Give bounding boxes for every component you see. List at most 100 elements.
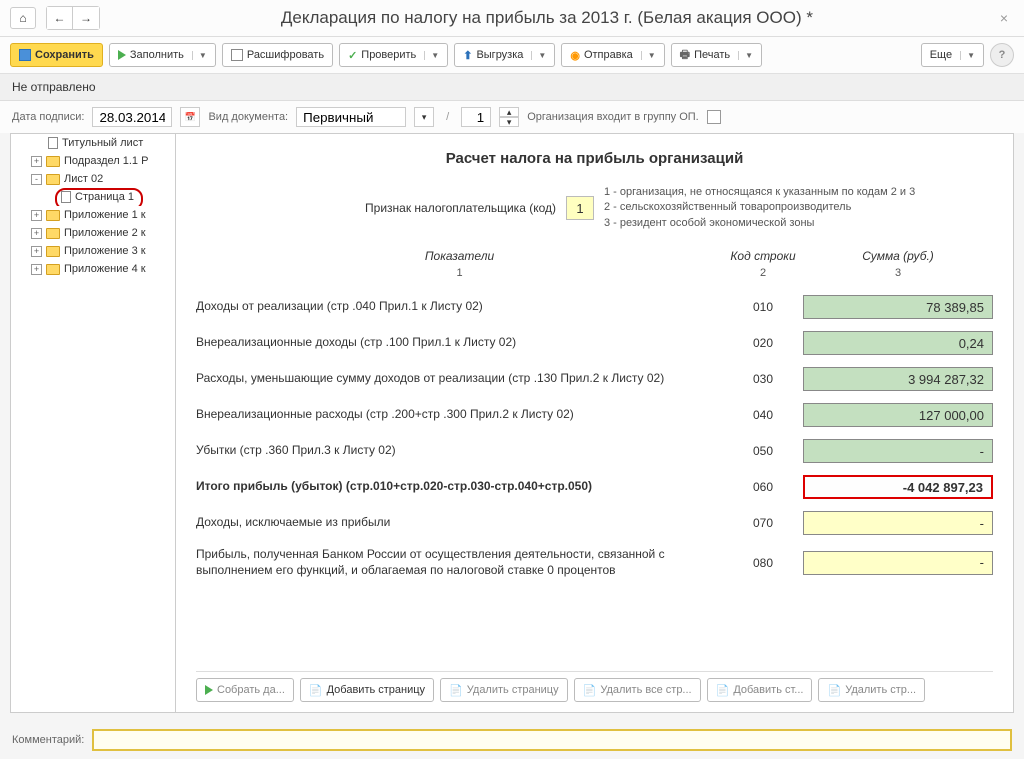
expand-icon[interactable]: - xyxy=(31,174,42,185)
page-toolbar: Собрать да... 📄 Добавить страницу 📄 Удал… xyxy=(196,671,993,702)
table-row: Доходы, исключаемые из прибыли070- xyxy=(196,505,993,541)
sum-input[interactable]: - xyxy=(803,439,993,463)
tree-item[interactable]: Страница 1 xyxy=(11,188,175,206)
tree-item[interactable]: + Приложение 3 к xyxy=(11,242,175,260)
tree-item[interactable]: +Подраздел 1.1 Р xyxy=(11,152,175,170)
doc-type-dropdown[interactable]: ▾ xyxy=(414,107,434,127)
window-title: Декларация по налогу на прибыль за 2013 … xyxy=(100,8,994,28)
row-code: 030 xyxy=(723,372,803,386)
add-page-button[interactable]: 📄 Добавить страницу xyxy=(300,678,434,702)
play-icon xyxy=(205,685,213,695)
check-button[interactable]: ✓Проверить▼ xyxy=(339,43,448,67)
folder-icon xyxy=(46,228,60,239)
row-code: 040 xyxy=(723,408,803,422)
print-button[interactable]: 🖶Печать▼ xyxy=(671,43,762,67)
page-icon xyxy=(61,191,71,203)
home-button[interactable]: ⌂ xyxy=(10,7,36,29)
tree-item[interactable]: +Приложение 2 к xyxy=(11,224,175,242)
table-row: Прибыль, полученная Банком России от осу… xyxy=(196,541,993,584)
check-icon: ✓ xyxy=(348,49,357,62)
folder-icon xyxy=(46,174,60,185)
tree-label: Приложение 3 к xyxy=(64,245,146,257)
tree-label: Приложение 1 к xyxy=(64,209,146,221)
folder-icon xyxy=(46,210,60,221)
col-header-sum: Сумма (руб.) xyxy=(803,249,993,263)
page-down[interactable]: ▾ xyxy=(499,117,519,127)
document-content: Расчет налога на прибыль организаций При… xyxy=(176,133,1014,713)
window-header: ⌂ ← → Декларация по налогу на прибыль за… xyxy=(0,0,1024,37)
delete-st-button[interactable]: 📄 Удалить стр... xyxy=(818,678,925,702)
calendar-button[interactable]: 📅 xyxy=(180,107,200,127)
table-row: Расходы, уменьшающие сумму доходов от ре… xyxy=(196,361,993,397)
doc-type-input[interactable] xyxy=(296,107,406,127)
table-row: Внереализационные доходы (стр .100 Прил.… xyxy=(196,325,993,361)
save-icon xyxy=(19,49,31,61)
delete-all-button[interactable]: 📄 Удалить все стр... xyxy=(574,678,701,702)
forward-button[interactable]: → xyxy=(73,7,99,29)
sign-date-input[interactable] xyxy=(92,107,172,127)
col-header-code: Код строки xyxy=(723,249,803,263)
table-row: Итого прибыль (убыток) (стр.010+стр.020-… xyxy=(196,469,993,505)
org-group-checkbox[interactable] xyxy=(707,110,721,124)
close-button[interactable]: × xyxy=(994,10,1014,26)
org-group-label: Организация входит в группу ОП. xyxy=(527,111,699,123)
page-icon xyxy=(48,137,58,149)
row-indicator: Прибыль, полученная Банком России от осу… xyxy=(196,547,723,578)
send-icon: ◉ xyxy=(570,49,580,62)
send-button[interactable]: ◉Отправка▼ xyxy=(561,43,664,67)
export-button[interactable]: ⬆Выгрузка▼ xyxy=(454,43,555,67)
page-num-input[interactable] xyxy=(461,107,491,127)
fill-button[interactable]: Заполнить▼ xyxy=(109,43,216,67)
back-button[interactable]: ← xyxy=(47,7,73,29)
row-indicator: Расходы, уменьшающие сумму доходов от ре… xyxy=(196,371,723,387)
col-header-indicator: Показатели xyxy=(196,249,723,263)
navigation-tree: Титульный лист +Подраздел 1.1 Р-Лист 02 Ст… xyxy=(10,133,176,713)
sum-input[interactable]: - xyxy=(803,511,993,535)
collect-button[interactable]: Собрать да... xyxy=(196,678,294,702)
save-button[interactable]: Сохранить xyxy=(10,43,103,67)
sum-input[interactable]: -4 042 897,23 xyxy=(803,475,993,499)
delete-page-button[interactable]: 📄 Удалить страницу xyxy=(440,678,568,702)
expand-icon[interactable]: + xyxy=(31,228,42,239)
sum-input[interactable]: 3 994 287,32 xyxy=(803,367,993,391)
help-button[interactable]: ? xyxy=(990,43,1014,67)
expand-icon[interactable]: + xyxy=(31,246,42,257)
table-row: Доходы от реализации (стр .040 Прил.1 к … xyxy=(196,289,993,325)
row-indicator: Внереализационные расходы (стр .200+стр … xyxy=(196,407,723,423)
expand-icon[interactable]: + xyxy=(31,156,42,167)
main-toolbar: Сохранить Заполнить▼ Расшифровать ✓Прове… xyxy=(0,37,1024,74)
row-code: 070 xyxy=(723,516,803,530)
tree-item[interactable]: Титульный лист xyxy=(11,134,175,152)
comment-input[interactable] xyxy=(92,729,1012,751)
row-indicator: Доходы от реализации (стр .040 Прил.1 к … xyxy=(196,299,723,315)
taxpayer-sign-label: Признак налогоплательщика (код) xyxy=(196,201,556,215)
taxpayer-hints: 1 - организация, не относящаяся к указан… xyxy=(604,185,915,231)
document-title: Расчет налога на прибыль организаций xyxy=(196,150,993,167)
play-icon xyxy=(118,50,126,60)
row-code: 080 xyxy=(723,556,803,570)
row-indicator: Убытки (стр .360 Прил.3 к Листу 02) xyxy=(196,443,723,459)
sum-input[interactable]: 78 389,85 xyxy=(803,295,993,319)
decode-button[interactable]: Расшифровать xyxy=(222,43,333,67)
sum-input[interactable]: 127 000,00 xyxy=(803,403,993,427)
table-row: Внереализационные расходы (стр .200+стр … xyxy=(196,397,993,433)
tree-item[interactable]: + Приложение 4 к xyxy=(11,260,175,278)
more-button[interactable]: Еще▼ xyxy=(921,43,984,67)
row-indicator: Итого прибыль (убыток) (стр.010+стр.020-… xyxy=(196,479,723,495)
taxpayer-sign-value[interactable]: 1 xyxy=(566,196,594,220)
add-st-button[interactable]: 📄 Добавить ст... xyxy=(707,678,813,702)
row-code: 010 xyxy=(723,300,803,314)
doc-type-label: Вид документа: xyxy=(208,111,288,123)
tree-item[interactable]: -Лист 02 xyxy=(11,170,175,188)
tree-label: Титульный лист xyxy=(62,137,143,149)
tree-label: Страница 1 xyxy=(75,191,134,203)
sum-input[interactable]: - xyxy=(803,551,993,575)
tree-item[interactable]: + Приложение 1 к xyxy=(11,206,175,224)
tree-label: Приложение 4 к xyxy=(64,263,146,275)
expand-icon[interactable]: + xyxy=(31,210,42,221)
expand-icon[interactable]: + xyxy=(31,264,42,275)
sum-input[interactable]: 0,24 xyxy=(803,331,993,355)
page-up[interactable]: ▴ xyxy=(499,107,519,117)
row-code: 060 xyxy=(723,480,803,494)
upload-icon: ⬆ xyxy=(463,49,472,62)
